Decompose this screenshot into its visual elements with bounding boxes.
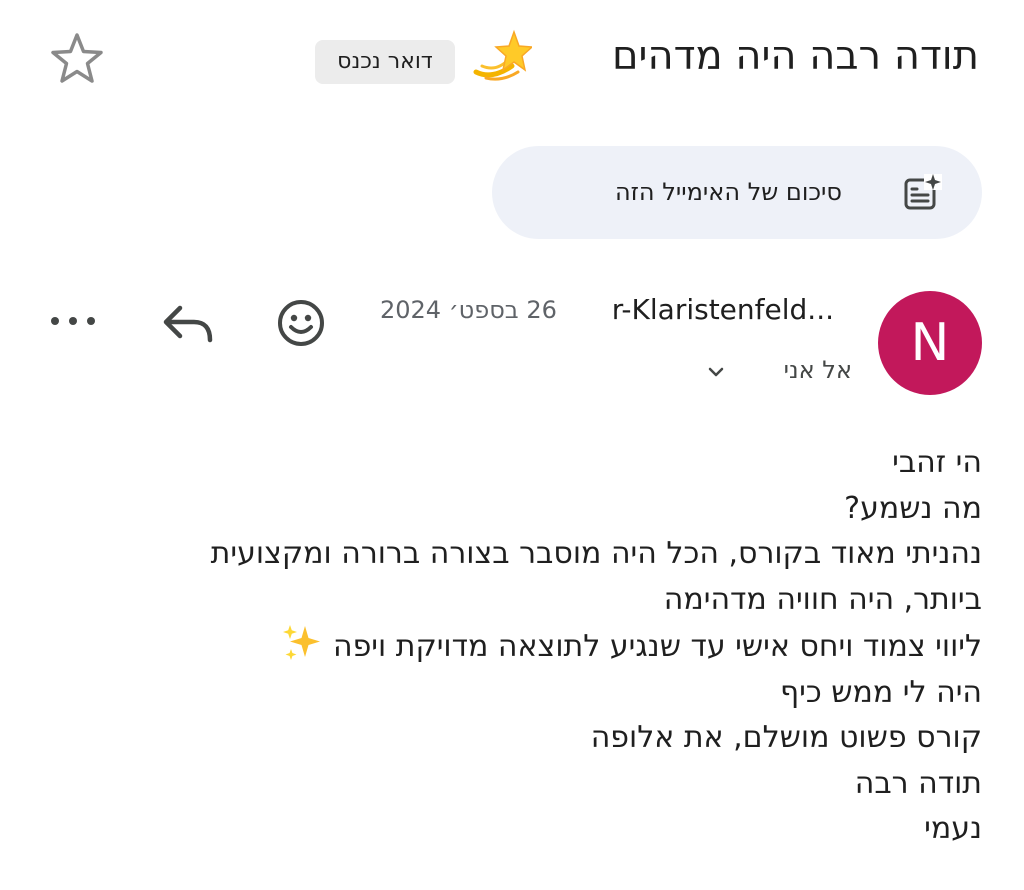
chevron-down-icon [708,367,724,377]
email-subject: תודה רבה היה מדהים [612,33,979,79]
body-line: קורס פשוט מושלם, את אלופה [590,720,982,755]
inbox-label-chip[interactable]: דואר נכנס [315,40,455,84]
body-line: היה לי ממש כיף [779,674,982,710]
body-line: ביותר, היה חוויה מדהימה [663,581,982,617]
email-body: הי זהבי מה נשמע? נהניתי מאוד בקורס, הכל … [40,440,982,852]
shooting-star-icon [473,29,532,81]
body-line: מה נשמע? [844,490,982,526]
body-line: נעמי [924,811,982,846]
summarize-email-button[interactable]: סיכום של האימייל הזה [492,146,982,239]
sender-name[interactable]: r-Klaristenfeld... [612,290,834,330]
recipient-details-toggle[interactable]: אל אני [700,352,860,392]
more-icon[interactable] [48,306,98,336]
recipient-label: אל אני [783,356,852,384]
sparkles-icon [282,625,320,660]
message-date: 26 בספט׳ 2024 [380,296,557,324]
body-line: נהניתי מאוד בקורס, הכל היה מוסבר בצורה ב… [210,536,982,571]
reply-icon[interactable] [160,302,216,346]
body-line: הי זהבי [892,445,982,480]
body-line: תודה רבה [854,765,982,801]
summarize-label: סיכום של האימייל הזה [614,178,842,206]
sender-avatar[interactable]: N [878,291,982,395]
body-line-with-sparkles: ליווי צמוד ויחס אישי עד שנגיע לתוצאה מדו… [40,622,982,670]
body-line-text: ליווי צמוד ויחס אישי עד שנגיע לתוצאה מדו… [332,629,982,664]
star-outline-icon[interactable] [48,30,106,88]
summarize-sparkle-icon [904,174,942,210]
smiley-icon[interactable] [276,298,326,348]
